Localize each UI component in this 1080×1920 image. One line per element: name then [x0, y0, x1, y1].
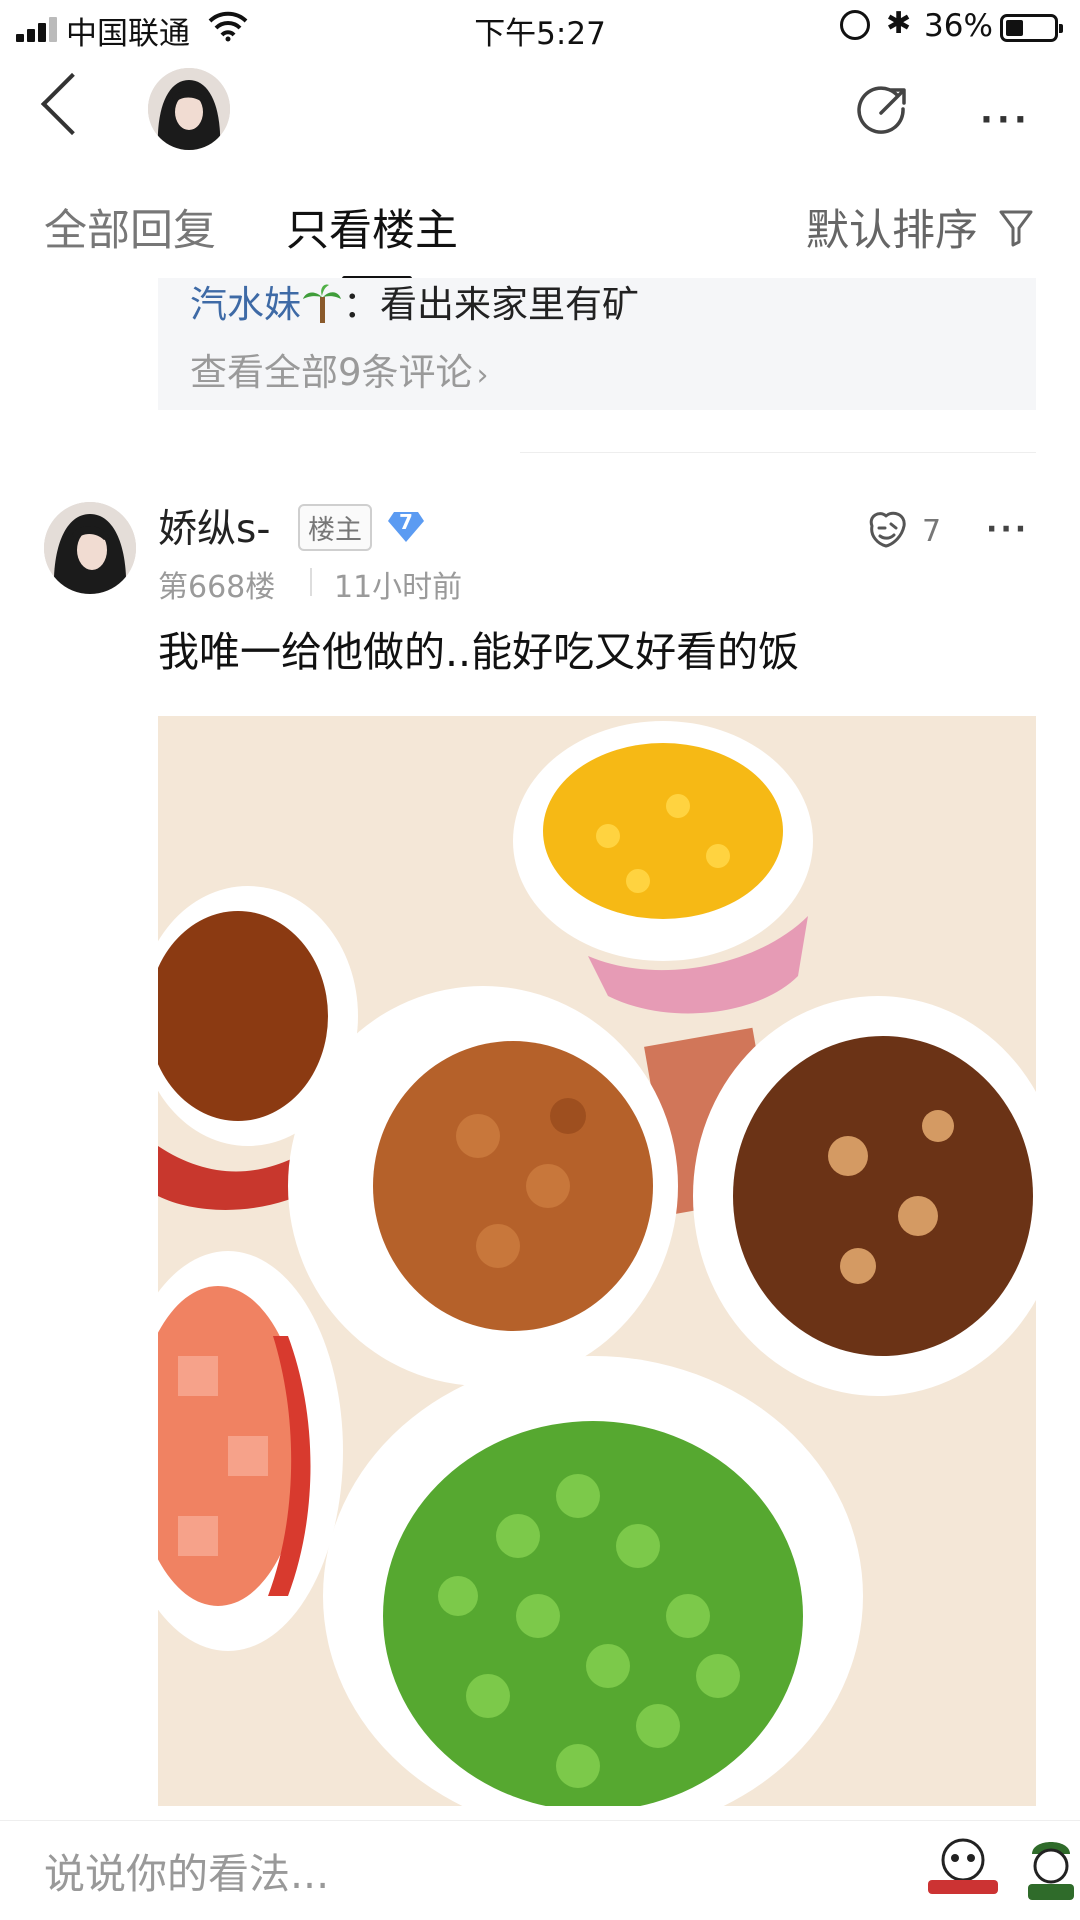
post-time: 11小时前 [334, 570, 463, 605]
divider [520, 452, 1036, 453]
meta-divider [310, 568, 312, 596]
clock: 下午5:27 [474, 16, 606, 52]
post-text: 我唯一给他做的..能好吃又好看的饭 [158, 628, 800, 676]
chevron-right-icon: › [476, 358, 489, 393]
sort-button[interactable]: 默认排序 [806, 196, 978, 258]
sticker-soldier-icon[interactable] [1022, 1832, 1080, 1902]
tab-all-replies[interactable]: 全部回复 [44, 196, 216, 258]
bluetooth-icon: ✱ [886, 6, 912, 41]
more-icon[interactable]: ··· [980, 100, 1031, 140]
floor-number: 第668楼 [158, 570, 276, 605]
tab-owner-only[interactable]: 只看楼主 [286, 196, 458, 258]
post-more-icon[interactable]: ··· [986, 512, 1029, 547]
avatar[interactable] [148, 68, 230, 150]
rotation-lock-icon [840, 10, 870, 40]
level-number: 7 [399, 510, 413, 534]
post-username[interactable]: 娇纵s- [158, 498, 270, 554]
battery-icon [1000, 14, 1063, 42]
status-bar: 中国联通 下午5:27 ✱ 36% [0, 0, 1080, 56]
palm-tree-icon [303, 284, 341, 323]
share-icon[interactable] [857, 85, 909, 137]
owner-badge: 楼主 [298, 504, 372, 551]
back-chevron-left-icon[interactable] [40, 72, 104, 136]
like-icon[interactable] [864, 508, 910, 550]
view-all-comments-link[interactable]: 查看全部9条评论 › [190, 342, 489, 396]
comment-text: 看出来家里有矿 [380, 283, 639, 326]
like-count: 7 [922, 514, 942, 549]
comment-separator: ： [343, 283, 380, 326]
sticker-panda-icon[interactable] [924, 1836, 1002, 1898]
post-author-avatar[interactable] [44, 502, 136, 594]
post-photo[interactable] [158, 716, 1036, 1806]
comment-input[interactable]: 说说你的看法... [44, 1840, 904, 1900]
comment-username[interactable]: 汽水妹 [190, 283, 301, 326]
view-all-comments-label: 查看全部9条评论 [190, 351, 473, 394]
battery-percent: 36% [924, 8, 993, 44]
footer-divider [0, 1820, 1080, 1821]
filter-icon[interactable] [998, 208, 1034, 248]
comment-preview-line: 汽水妹 ：看出来家里有矿 [190, 274, 639, 328]
